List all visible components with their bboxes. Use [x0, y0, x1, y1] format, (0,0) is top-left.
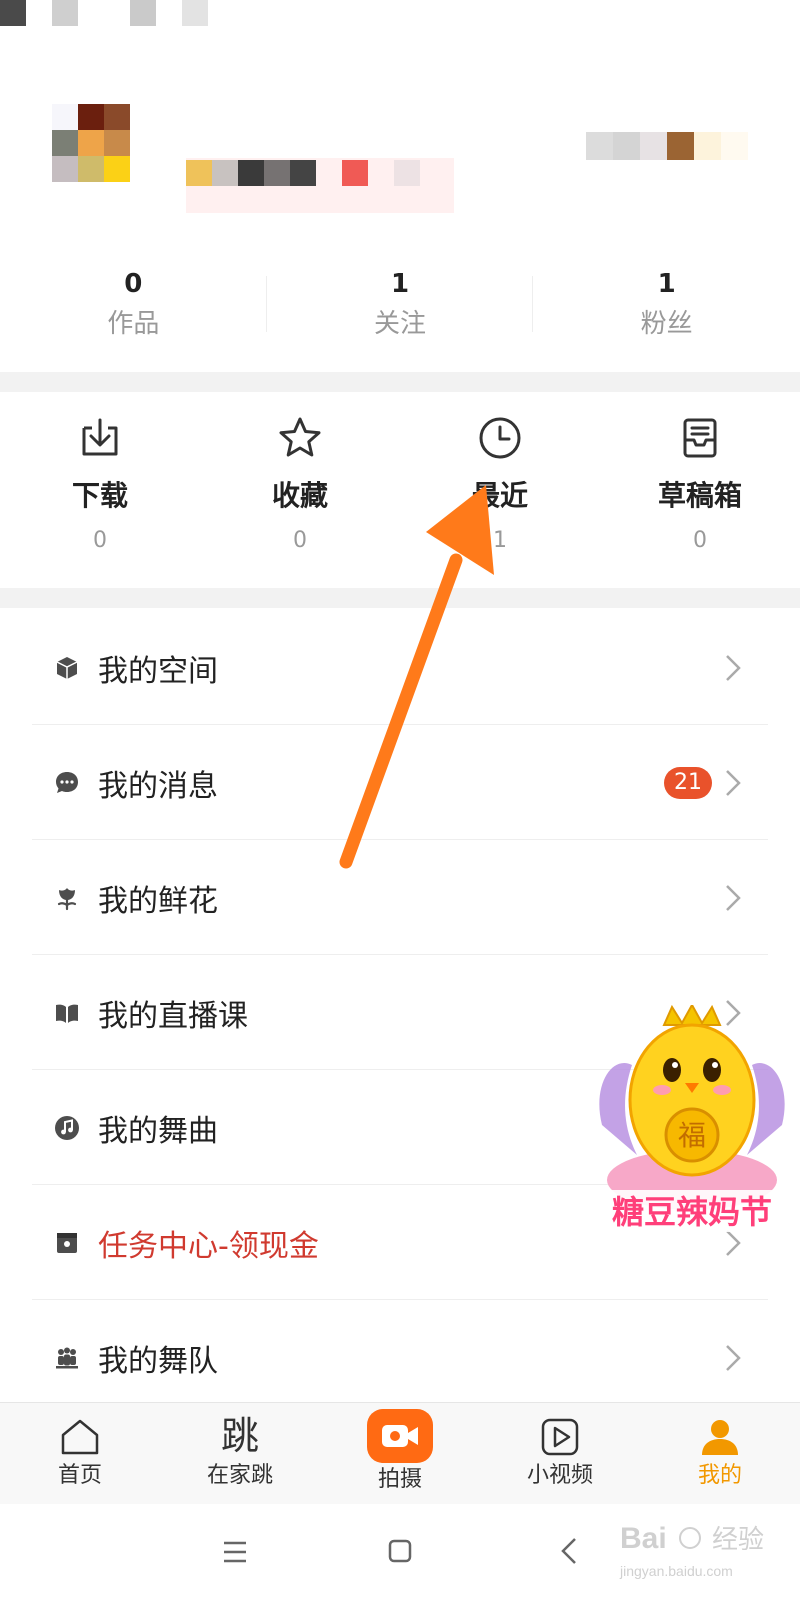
- promo-mascot[interactable]: 福 糖豆辣妈节: [592, 1002, 792, 1235]
- team-icon: [56, 1347, 78, 1368]
- bottom-tab-bar: 首页 跳 在家跳 拍摄 小视频 我的: [0, 1402, 800, 1504]
- quick-label: 收藏: [271, 479, 328, 512]
- stat-value: 1: [657, 269, 676, 299]
- download-icon: [82, 418, 118, 456]
- stat-value: 0: [124, 269, 143, 299]
- quick-count: 0: [93, 528, 107, 553]
- music-icon: [55, 1115, 79, 1140]
- stat-following[interactable]: 1 关注: [267, 262, 534, 352]
- chevron-right-icon: [726, 769, 741, 796]
- home-icon: [61, 1419, 99, 1455]
- tab-me[interactable]: 我的: [640, 1403, 800, 1504]
- stat-label: 作品: [107, 309, 160, 339]
- home-square-icon[interactable]: [388, 1539, 412, 1563]
- svg-text:经验: 经验: [712, 1525, 764, 1555]
- user-subtitle-obscured: [186, 158, 454, 213]
- baidu-paw-logo: Bai 经验 jingyan.baidu.com: [619, 1522, 764, 1579]
- flower-icon: [57, 887, 77, 910]
- tab-shoot[interactable]: 拍摄: [320, 1403, 480, 1504]
- profile-stats: 0 作品 1 关注 1 粉丝: [0, 262, 800, 352]
- stat-label: 关注: [374, 309, 427, 339]
- tab-label: 拍摄: [377, 1467, 422, 1492]
- user-icon: [702, 1420, 738, 1455]
- stat-value: 1: [390, 269, 410, 299]
- quick-drafts[interactable]: 草稿箱 0: [600, 394, 800, 588]
- quick-count: 1: [493, 528, 507, 553]
- profile-link-obscured[interactable]: [586, 132, 748, 160]
- mascot-caption: 糖豆辣妈节: [612, 1193, 772, 1231]
- play-icon: [541, 1418, 579, 1456]
- menu-label: 我的鲜花: [98, 883, 218, 919]
- menu-label: 任务中心-领现金: [98, 1228, 319, 1264]
- chat-icon: [56, 771, 78, 793]
- quick-count: 0: [693, 528, 707, 553]
- section-divider: [0, 588, 800, 608]
- quick-label: 最近: [471, 479, 528, 512]
- svg-text:福: 福: [678, 1119, 706, 1152]
- cube-icon: [56, 656, 78, 679]
- menu-item-flowers[interactable]: 我的鲜花: [0, 840, 800, 955]
- svg-text:jingyan.baidu.com: jingyan.baidu.com: [619, 1563, 733, 1579]
- svg-text:Bai: Bai: [620, 1522, 667, 1555]
- tab-dance-at-home[interactable]: 跳 在家跳: [160, 1403, 320, 1504]
- menu-label: 我的空间: [98, 653, 218, 689]
- tab-short-video[interactable]: 小视频: [480, 1403, 640, 1504]
- quick-favorites[interactable]: 收藏 0: [200, 394, 400, 588]
- avatar[interactable]: [52, 104, 156, 182]
- tab-label: 在家跳: [206, 1463, 273, 1488]
- jump-glyph-icon: 跳: [220, 1414, 259, 1458]
- profile-header: 0 作品 1 关注 1 粉丝: [0, 0, 800, 372]
- camera-icon: [382, 1425, 418, 1447]
- stat-fans[interactable]: 1 粉丝: [533, 262, 800, 352]
- back-icon[interactable]: [560, 1537, 578, 1565]
- tab-home[interactable]: 首页: [0, 1403, 160, 1504]
- chevron-right-icon: [726, 654, 741, 681]
- menu-item-dance-team[interactable]: 我的舞队: [0, 1300, 800, 1415]
- drafts-icon: [683, 418, 717, 458]
- star-icon: [279, 417, 321, 457]
- section-divider: [0, 372, 800, 392]
- quick-label: 草稿箱: [657, 479, 742, 512]
- menu-label: 我的直播课: [98, 998, 248, 1034]
- quick-download[interactable]: 下载 0: [0, 394, 200, 588]
- quick-actions: 下载 0 收藏 0 最近 1 草稿箱 0: [0, 394, 800, 588]
- tab-label: 小视频: [526, 1463, 593, 1488]
- stat-label: 粉丝: [640, 309, 693, 339]
- menu-item-messages[interactable]: 我的消息 21: [0, 725, 800, 840]
- watermark: Bai 经验 jingyan.baidu.com: [612, 1508, 782, 1588]
- chevron-right-icon: [726, 1344, 741, 1371]
- chevron-right-icon: [726, 884, 741, 911]
- unread-badge: 21: [664, 766, 712, 799]
- menu-item-space[interactable]: 我的空间: [0, 610, 800, 725]
- tab-label: 我的: [697, 1463, 742, 1488]
- stat-works[interactable]: 0 作品: [0, 262, 267, 352]
- book-icon: [56, 1004, 78, 1023]
- quick-recent[interactable]: 最近 1: [400, 394, 600, 588]
- menu-label: 我的舞队: [98, 1343, 218, 1379]
- clock-icon: [479, 417, 521, 459]
- mascot-chick-icon: 福 糖豆辣妈节: [594, 1002, 790, 1232]
- quick-count: 0: [293, 528, 307, 553]
- tab-label: 首页: [57, 1463, 102, 1488]
- shoot-button[interactable]: [367, 1409, 433, 1463]
- quick-label: 下载: [71, 479, 128, 512]
- task-icon: [57, 1232, 77, 1253]
- menu-icon[interactable]: [222, 1541, 248, 1563]
- menu-label: 我的消息: [98, 768, 218, 804]
- menu-label: 我的舞曲: [98, 1113, 218, 1149]
